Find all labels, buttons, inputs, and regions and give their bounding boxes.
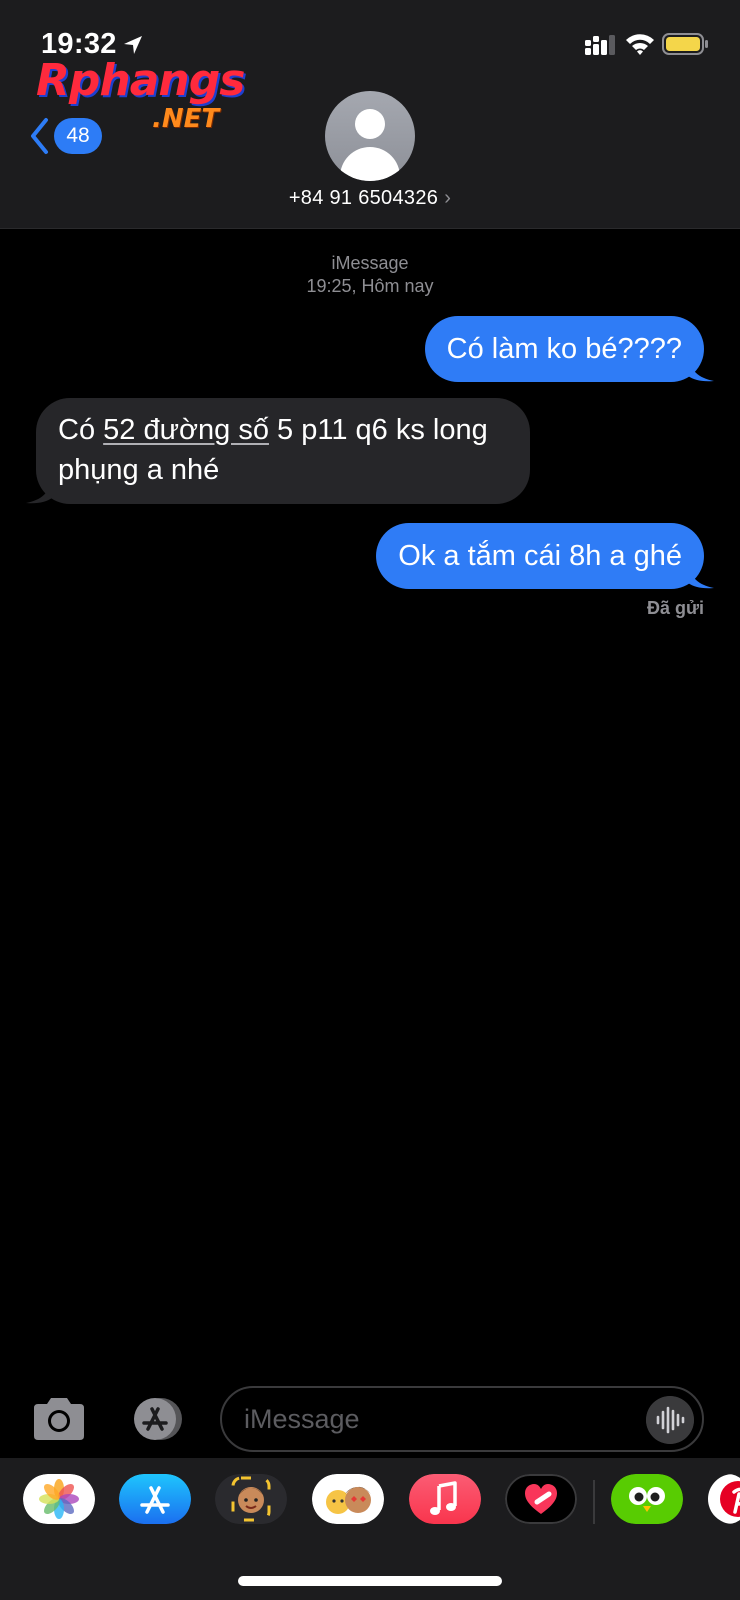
contact-avatar[interactable] <box>325 91 415 181</box>
message-bubble-sent[interactable]: Có làm ko bé???? <box>424 316 714 382</box>
message-input[interactable]: iMessage <box>220 1386 704 1452</box>
service-label: iMessage <box>331 253 409 273</box>
avatar-head-shape <box>355 109 385 139</box>
message-bubble-received[interactable]: Có 52 đường số 5 p11 q6 ks long phụng a … <box>26 398 530 504</box>
contact-name: +84 91 6504326 <box>288 187 439 209</box>
app-store-apps-icon[interactable] <box>126 1396 188 1442</box>
contact-name-button[interactable]: +84 91 6504326 › <box>0 187 740 210</box>
address-link[interactable]: 52 đường số <box>103 414 269 446</box>
avatar-body-shape <box>340 147 400 181</box>
drawer-divider <box>593 1480 595 1524</box>
app-drawer <box>0 1458 740 1600</box>
photos-icon[interactable] <box>23 1474 95 1524</box>
bubble-tail <box>688 356 714 382</box>
music-icon[interactable] <box>409 1474 481 1524</box>
battery-icon <box>662 33 708 55</box>
digital-touch-icon[interactable] <box>505 1474 577 1524</box>
app-store-icon[interactable] <box>119 1474 191 1524</box>
message-bubble-sent[interactable]: Ok a tắm cái 8h a ghé <box>376 523 714 589</box>
camera-icon[interactable] <box>30 1396 88 1442</box>
chevron-right-icon: › <box>444 187 452 209</box>
message-text: Ok a tắm cái 8h a ghé <box>398 540 682 572</box>
conversation-header: 19:32 Rphangs .NET 48 +84 91 6504326 › <box>0 0 740 229</box>
cellular-signal-icon <box>585 35 615 55</box>
message-text: Có làm ko bé???? <box>446 333 682 365</box>
home-indicator[interactable] <box>238 1576 502 1586</box>
bubble-tail <box>688 563 714 589</box>
watermark-sub: .NET <box>152 104 220 134</box>
delivery-status: Đã gửi <box>646 598 704 618</box>
message-input-placeholder: iMessage <box>244 1404 360 1434</box>
back-button[interactable]: 48 <box>28 114 104 158</box>
message-text: Có <box>58 414 104 446</box>
bubble-tail <box>26 478 52 504</box>
thread-header: iMessage 19:25, Hôm nay <box>0 252 740 298</box>
chevron-left-icon <box>31 118 48 154</box>
animoji-icon[interactable] <box>312 1474 384 1524</box>
pinterest-icon[interactable] <box>708 1474 740 1524</box>
wifi-icon <box>626 34 654 55</box>
duolingo-icon[interactable] <box>611 1474 683 1524</box>
thread-timestamp: 19:25, Hôm nay <box>306 276 434 296</box>
location-arrow-icon <box>124 36 142 54</box>
memoji-stickers-icon[interactable] <box>215 1474 287 1524</box>
audio-message-icon[interactable] <box>646 1396 694 1444</box>
unread-count-badge: 48 <box>54 118 102 154</box>
watermark-main: Rphangs <box>36 55 245 106</box>
